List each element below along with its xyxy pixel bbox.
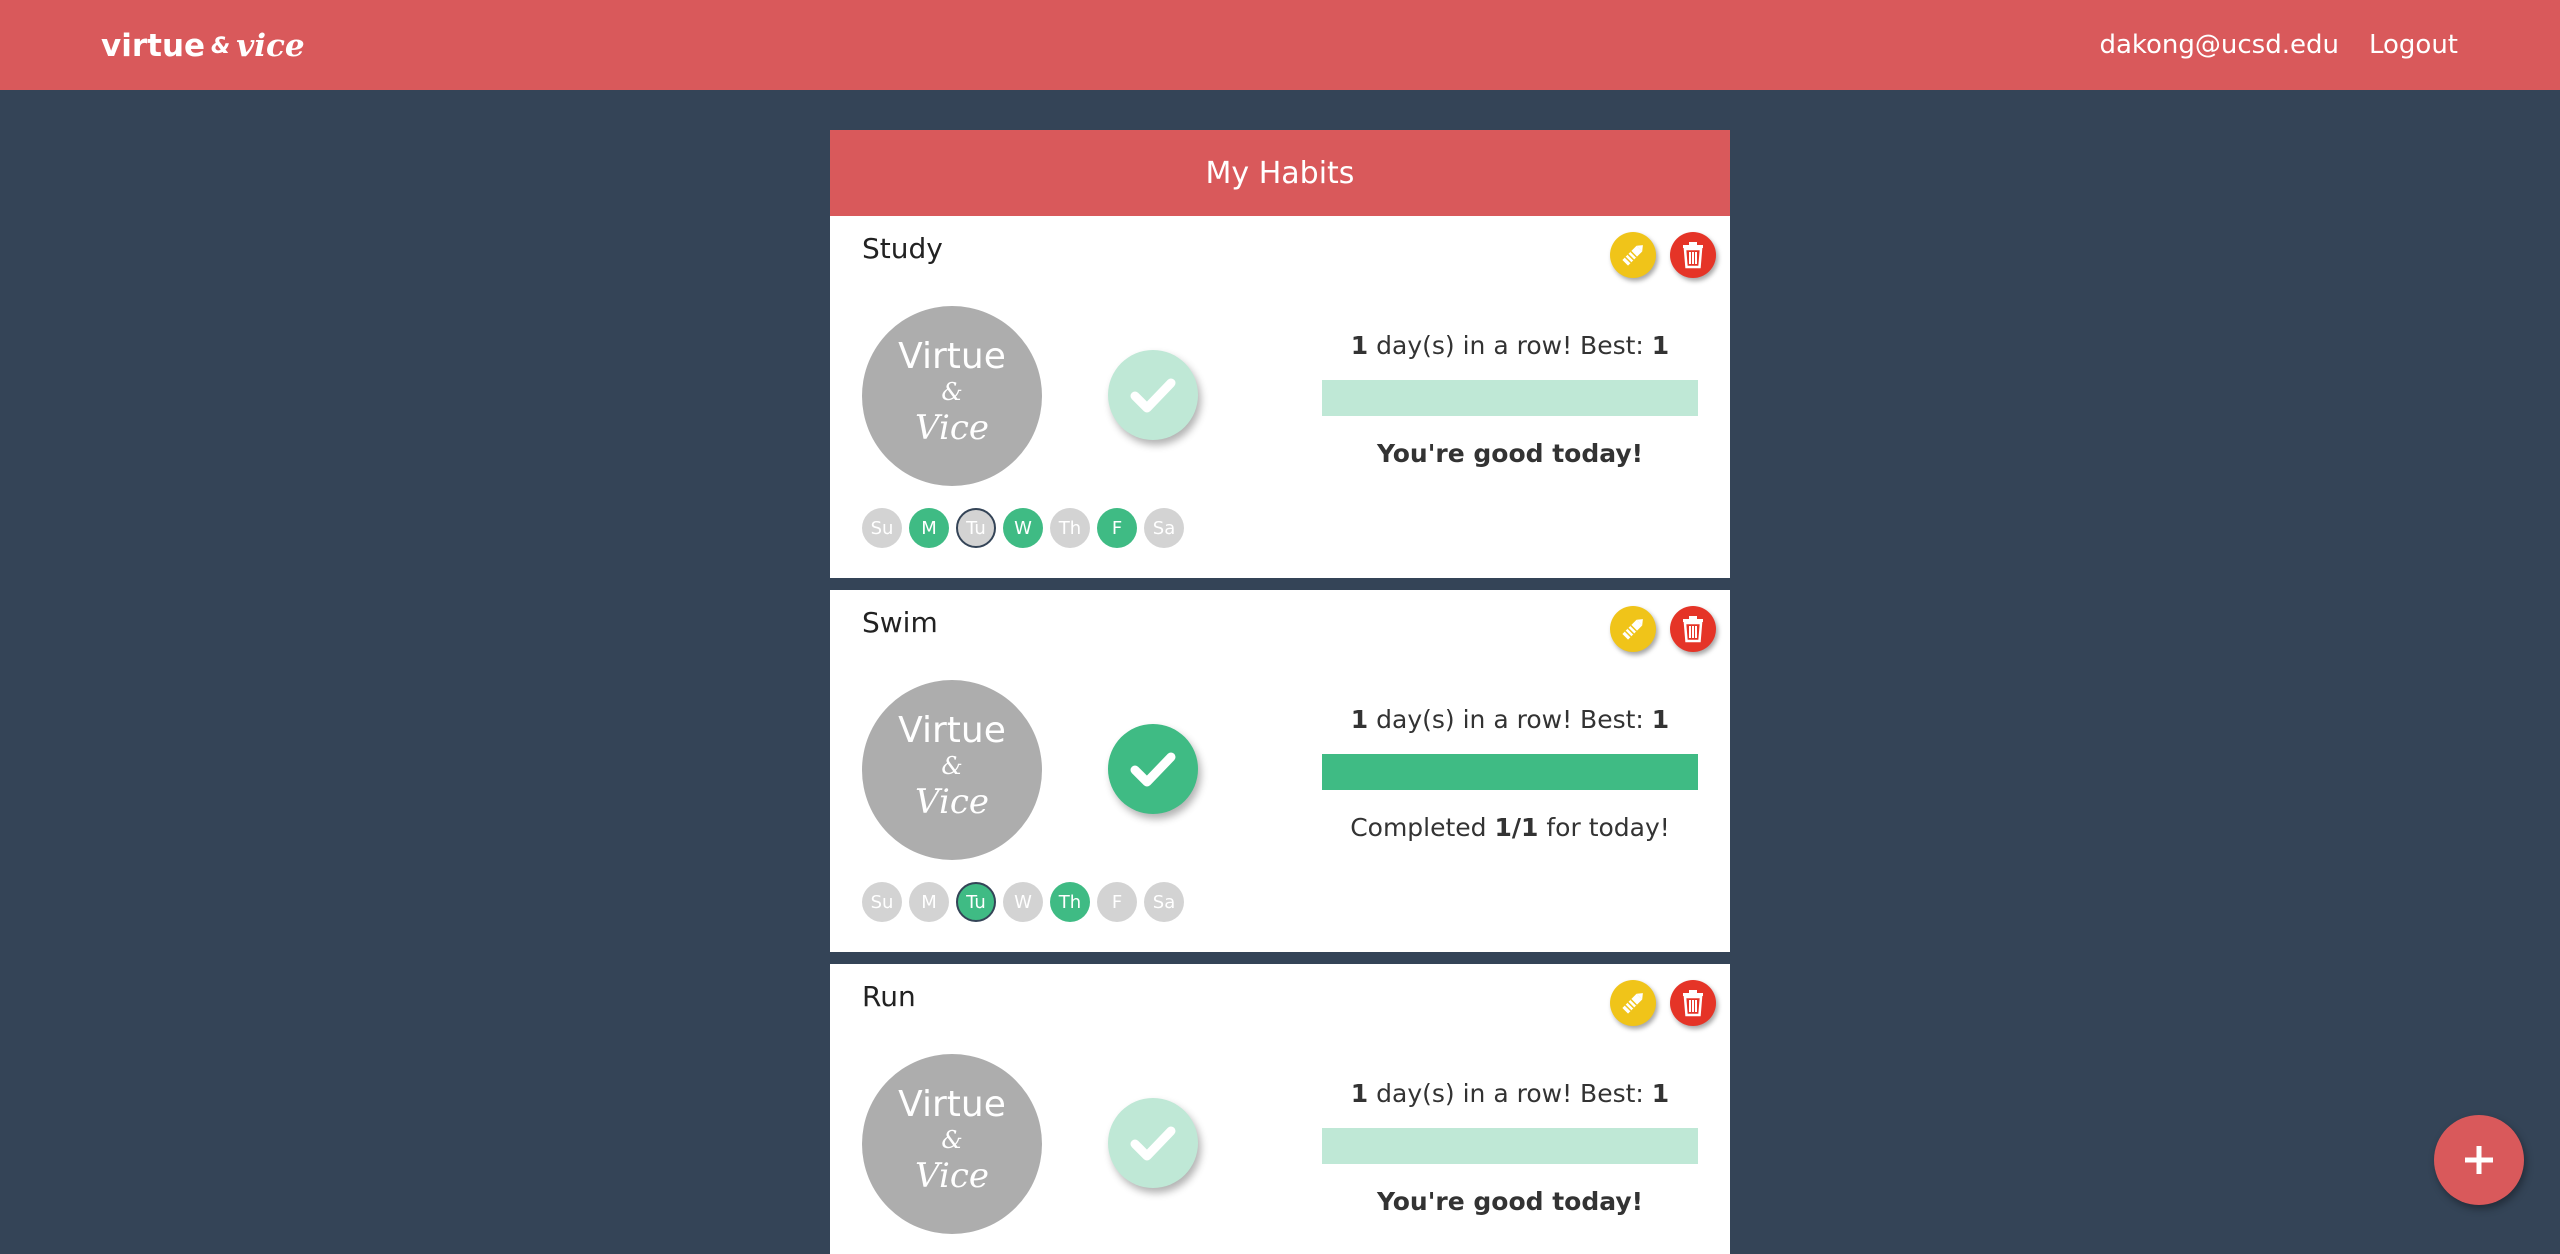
avatar-line-3: Vice — [915, 408, 989, 448]
streak-text: 1 day(s) in a row! Best: 1 — [1322, 326, 1698, 366]
day-toggle-w[interactable]: W — [1003, 508, 1043, 548]
pencil-icon — [1622, 619, 1643, 640]
habit-avatar: Virtue & Vice — [862, 306, 1042, 486]
status-text: You're good today! — [1376, 1187, 1644, 1216]
day-selector: Su M Tu W Th F Sa — [862, 882, 1184, 922]
complete-habit-button[interactable] — [1108, 724, 1198, 814]
edit-habit-button[interactable] — [1610, 606, 1656, 652]
day-toggle-m[interactable]: M — [909, 508, 949, 548]
habit-card-study: Study Virtue & Vice 1 day(s) in a row! B… — [830, 216, 1730, 578]
edit-habit-button[interactable] — [1610, 232, 1656, 278]
status-prefix: Completed — [1350, 813, 1495, 842]
streak-mid: day(s) in a row! Best: — [1368, 331, 1652, 360]
status-text: Completed 1/1 for today! — [1322, 808, 1698, 848]
habit-card-run: Run Virtue & Vice 1 day(s) in a row! Bes… — [830, 964, 1730, 1254]
progress-fill — [1322, 754, 1698, 790]
avatar-line-2: & — [941, 1126, 963, 1154]
streak-current: 1 — [1350, 705, 1369, 734]
top-navbar: virtue & vice dakong@ucsd.edu Logout — [0, 0, 2560, 90]
avatar-line-3: Vice — [915, 782, 989, 822]
progress-bar — [1322, 380, 1698, 416]
day-toggle-m[interactable]: M — [909, 882, 949, 922]
day-toggle-su[interactable]: Su — [862, 508, 902, 548]
day-toggle-f[interactable]: F — [1097, 882, 1137, 922]
checkmark-icon — [1130, 752, 1176, 787]
streak-mid: day(s) in a row! Best: — [1368, 705, 1652, 734]
habit-avatar: Virtue & Vice — [862, 1054, 1042, 1234]
avatar-line-3: Vice — [915, 1156, 989, 1196]
pencil-icon — [1622, 993, 1643, 1014]
trash-icon — [1683, 990, 1703, 1017]
day-toggle-tu[interactable]: Tu — [956, 882, 996, 922]
streak-text: 1 day(s) in a row! Best: 1 — [1322, 1074, 1698, 1114]
day-toggle-su[interactable]: Su — [862, 882, 902, 922]
brand-virtue-text: virtue — [101, 28, 206, 64]
avatar-line-1: Virtue — [898, 1084, 1006, 1125]
habit-avatar: Virtue & Vice — [862, 680, 1042, 860]
edit-habit-button[interactable] — [1610, 980, 1656, 1026]
plus-icon — [2465, 1146, 2493, 1174]
streak-text: 1 day(s) in a row! Best: 1 — [1322, 700, 1698, 740]
status-count: 1/1 — [1494, 813, 1539, 842]
complete-habit-button[interactable] — [1108, 350, 1198, 440]
trash-icon — [1683, 242, 1703, 269]
logout-link[interactable]: Logout — [2369, 24, 2458, 66]
delete-habit-button[interactable] — [1670, 232, 1716, 278]
add-habit-button[interactable] — [2434, 1115, 2524, 1205]
brand-logo[interactable]: virtue & vice — [101, 26, 305, 66]
habit-name: Study — [862, 232, 943, 265]
streak-mid: day(s) in a row! Best: — [1368, 1079, 1652, 1108]
user-email-link[interactable]: dakong@ucsd.edu — [2099, 24, 2339, 66]
streak-best: 1 — [1651, 1079, 1670, 1108]
habit-stats: 1 day(s) in a row! Best: 1 You're good t… — [1322, 326, 1698, 474]
streak-best: 1 — [1651, 705, 1670, 734]
brand-vice-text: vice — [236, 28, 305, 64]
checkmark-icon — [1130, 378, 1176, 413]
day-toggle-sa[interactable]: Sa — [1144, 508, 1184, 548]
habit-stats: 1 day(s) in a row! Best: 1 Completed 1/1… — [1322, 700, 1698, 848]
complete-habit-button[interactable] — [1108, 1098, 1198, 1188]
day-toggle-w[interactable]: W — [1003, 882, 1043, 922]
habit-card-swim: Swim Virtue & Vice 1 day(s) in a row! Be… — [830, 590, 1730, 952]
avatar-line-2: & — [941, 752, 963, 780]
streak-current: 1 — [1350, 1079, 1369, 1108]
day-selector: Su M Tu W Th F Sa — [862, 508, 1184, 548]
status-suffix: for today! — [1538, 813, 1670, 842]
status-text: You're good today! — [1376, 439, 1644, 468]
trash-icon — [1683, 616, 1703, 643]
avatar-line-1: Virtue — [898, 336, 1006, 377]
page-title: My Habits — [1205, 155, 1355, 191]
pencil-icon — [1622, 245, 1643, 266]
day-toggle-sa[interactable]: Sa — [1144, 882, 1184, 922]
habit-name: Run — [862, 980, 916, 1013]
day-toggle-th[interactable]: Th — [1050, 508, 1090, 548]
delete-habit-button[interactable] — [1670, 606, 1716, 652]
habit-stats: 1 day(s) in a row! Best: 1 You're good t… — [1322, 1074, 1698, 1222]
delete-habit-button[interactable] — [1670, 980, 1716, 1026]
brand-amp-text: & — [211, 33, 231, 59]
streak-best: 1 — [1651, 331, 1670, 360]
day-toggle-f[interactable]: F — [1097, 508, 1137, 548]
habits-panel: My Habits Study Virtue & Vice 1 day(s) i… — [830, 130, 1730, 1254]
avatar-line-1: Virtue — [898, 710, 1006, 751]
habit-name: Swim — [862, 606, 938, 639]
day-toggle-tu[interactable]: Tu — [956, 508, 996, 548]
panel-header: My Habits — [830, 130, 1730, 216]
streak-current: 1 — [1350, 331, 1369, 360]
checkmark-icon — [1130, 1126, 1176, 1161]
nav-right: dakong@ucsd.edu Logout — [2099, 24, 2458, 66]
avatar-line-2: & — [941, 378, 963, 406]
day-toggle-th[interactable]: Th — [1050, 882, 1090, 922]
progress-bar — [1322, 754, 1698, 790]
progress-bar — [1322, 1128, 1698, 1164]
